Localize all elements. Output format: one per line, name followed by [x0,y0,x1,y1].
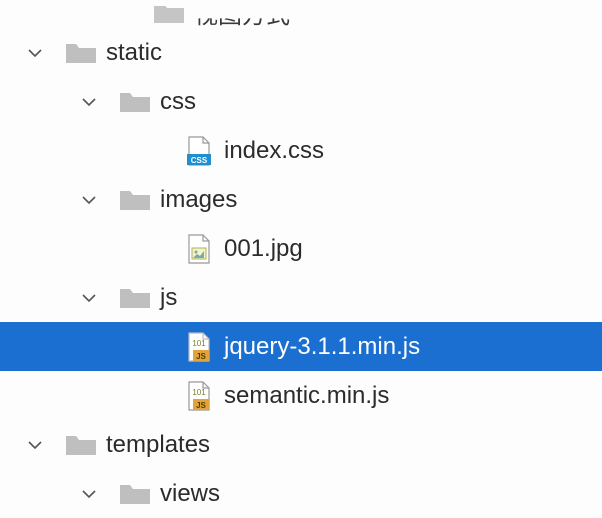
tree-item-label: 视图方式 [194,6,290,28]
folder-icon [152,6,186,28]
folder-icon [118,283,152,313]
tree-item-label: css [160,90,196,114]
tree-item-label: js [160,286,177,310]
folder-icon [64,38,98,68]
tree-item-index-css[interactable]: CSS index.css [0,126,602,175]
chevron-down-icon[interactable] [26,436,44,454]
chevron-down-icon[interactable] [80,485,98,503]
tree-item-label: index.css [224,139,324,163]
tree-item-images[interactable]: images [0,175,602,224]
tree-item-views[interactable]: views [0,469,602,518]
tree-item-001-jpg[interactable]: 001.jpg [0,224,602,273]
tree-item-static[interactable]: static [0,28,602,77]
chevron-down-icon[interactable] [80,289,98,307]
css-file-icon: CSS [182,136,216,166]
svg-text:JS: JS [196,401,206,410]
svg-text:CSS: CSS [191,156,208,165]
image-file-icon [182,234,216,264]
tree-item-js[interactable]: js [0,273,602,322]
tree-item-label: semantic.min.js [224,384,389,408]
svg-text:101: 101 [192,388,206,397]
js-file-icon: 101 JS [182,332,216,362]
svg-text:101: 101 [192,339,206,348]
tree-item-label: 001.jpg [224,237,303,261]
tree-item-label: templates [106,433,210,457]
tree-item-label: jquery-3.1.1.min.js [224,335,420,359]
js-file-icon: 101 JS [182,381,216,411]
svg-text:JS: JS [196,352,206,361]
chevron-down-icon[interactable] [26,44,44,62]
chevron-down-icon[interactable] [80,191,98,209]
folder-icon [118,185,152,215]
tree-item-label: static [106,41,162,65]
tree-item-truncated[interactable]: 视图方式 [0,6,602,28]
tree-item-semantic[interactable]: 101 JS semantic.min.js [0,371,602,420]
tree-item-templates[interactable]: templates [0,420,602,469]
folder-icon [118,479,152,509]
tree-item-label: views [160,482,220,506]
folder-icon [118,87,152,117]
tree-item-css[interactable]: css [0,77,602,126]
folder-icon [64,430,98,460]
tree-item-jquery[interactable]: 101 JS jquery-3.1.1.min.js [0,322,602,371]
chevron-down-icon[interactable] [80,93,98,111]
tree-item-label: images [160,188,237,212]
